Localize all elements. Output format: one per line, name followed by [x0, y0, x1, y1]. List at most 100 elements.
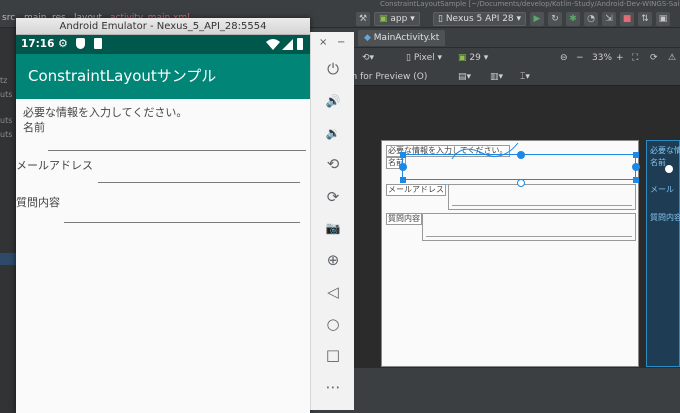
profile-icon[interactable]: ◔	[584, 12, 598, 26]
rotate-left-icon[interactable]: ⟲	[323, 154, 343, 174]
volume-down-icon[interactable]: 🔉	[323, 123, 343, 143]
guidelines-dropdown[interactable]: ⌶▾	[520, 70, 530, 84]
design-preview-canvas[interactable]: 必要な情報を入力してください。 名前 メールアドレス 質問内容	[381, 140, 640, 367]
preview-email-underline	[452, 205, 632, 206]
name-input[interactable]	[46, 135, 308, 153]
blueprint-canvas[interactable]: 必要な情 名前 メール 質問内容	[646, 140, 680, 367]
resize-handle[interactable]	[633, 177, 639, 183]
zoom-to-fit-icon[interactable]: ⛶	[632, 51, 638, 65]
blueprint-name-label[interactable]: 名前	[650, 158, 666, 168]
blueprint-question-label[interactable]: 質問内容	[650, 213, 680, 223]
blueprint-prompt-text[interactable]: 必要な情	[650, 146, 680, 156]
refresh-icon[interactable]: ⟳	[650, 51, 658, 65]
resize-handle[interactable]	[400, 177, 406, 183]
pack-dropdown[interactable]: ▤▾	[458, 70, 471, 84]
preview-device-label: Pixel	[413, 53, 435, 63]
run-icon[interactable]: ▶	[530, 12, 544, 26]
close-icon[interactable]: ×	[319, 38, 329, 48]
hammer-icon[interactable]: ⚒	[356, 12, 370, 26]
zoom-icon[interactable]: ⊕	[323, 250, 343, 270]
question-label: 質問内容	[16, 196, 60, 209]
gutter-label: uts	[0, 90, 13, 99]
attach-debugger-icon[interactable]: ⇲	[602, 12, 616, 26]
volume-up-icon[interactable]: 🔊	[323, 91, 343, 111]
warning-icon[interactable]: ⚠	[668, 51, 676, 65]
phone-icon: ▯	[438, 14, 443, 24]
phone-icon: ▯	[406, 53, 411, 63]
more-icon[interactable]: ⋯	[323, 377, 343, 397]
run-config-dropdown[interactable]: ▣ app ▾	[374, 12, 420, 26]
ide-title-bar: ConstraintLayoutSample [~/Documents/deve…	[0, 0, 680, 9]
zoom-out-icon[interactable]: ⊖	[560, 51, 568, 65]
gutter-label: uts	[0, 130, 13, 139]
back-icon[interactable]: ◁	[323, 282, 343, 302]
design-toolbar-secondary: tion for Preview (O) ▤▾ ▥▾ ⌶▾	[310, 68, 680, 86]
app-content: 必要な情報を入力してください。 名前 メールアドレス 質問内容	[16, 99, 310, 413]
zoom-level: 33%	[592, 53, 613, 63]
blueprint-anchor[interactable]	[665, 165, 673, 173]
overview-icon[interactable]: □	[323, 345, 343, 365]
name-input-underline	[48, 150, 306, 151]
api-level-dropdown[interactable]: ▣ 29 ▾	[458, 51, 488, 65]
preview-email-label[interactable]: メールアドレス	[386, 184, 446, 196]
emulator-window: Android Emulator - Nexus_5_API_28:5554 1…	[16, 18, 310, 413]
zoom-in-button[interactable]: +	[616, 51, 624, 65]
breadcrumb-src[interactable]: src	[2, 12, 15, 24]
sync-icon[interactable]: ⇅	[638, 12, 652, 26]
rotate-right-icon[interactable]: ⟳	[323, 187, 343, 207]
emulator-control-panel: × − ⏻ 🔊 🔉 ⟲ ⟳ 📷 ⊕ ◁ ○ □ ⋯	[310, 32, 354, 410]
gutter-label: tz	[0, 76, 8, 85]
constraint-anchor[interactable]	[399, 163, 407, 171]
gutter-label: uts	[0, 116, 13, 125]
device-preview-dropdown[interactable]: ▯ Pixel ▾	[406, 51, 442, 65]
wifi-icon	[266, 39, 280, 50]
project-panel-edge: tz uts uts uts	[0, 28, 16, 413]
app-title: ConstraintLayoutサンプル	[28, 67, 217, 85]
cell-signal-icon	[282, 39, 293, 50]
api-level-label: 29	[469, 53, 481, 63]
design-toolbar: ⟲▾ ▯ Pixel ▾ ▣ 29 ▾ ⊖ − 33% + ⛶ ⟳ ⚠	[310, 48, 680, 68]
name-label: 名前	[23, 121, 45, 134]
emulator-title: Android Emulator - Nexus_5_API_28:5554	[59, 21, 267, 32]
constraint-anchor[interactable]	[517, 179, 525, 187]
tab-mainactivity[interactable]: ◆ MainActivity.kt	[358, 30, 446, 46]
editor-tab-bar: ◧ ◆ MainActivity.kt	[310, 28, 680, 48]
constraint-arrow	[451, 142, 519, 160]
emulator-title-bar[interactable]: Android Emulator - Nexus_5_API_28:5554	[16, 18, 310, 35]
bottom-panel	[310, 368, 680, 413]
ide-title-text: ConstraintLayoutSample [~/Documents/deve…	[380, 0, 680, 8]
preview-email-edittext[interactable]	[448, 184, 636, 210]
align-dropdown[interactable]: ▥▾	[490, 70, 503, 84]
email-input[interactable]	[96, 167, 302, 185]
battery-icon	[297, 38, 303, 50]
device-dropdown[interactable]: ▯ Nexus 5 API 28 ▾	[433, 12, 527, 26]
preview-question-label[interactable]: 質問内容	[386, 213, 422, 225]
question-input-underline	[64, 222, 300, 223]
resize-handle[interactable]	[400, 152, 406, 158]
home-icon[interactable]: ○	[323, 314, 343, 334]
email-label: メールアドレス	[16, 159, 93, 172]
power-icon[interactable]: ⏻	[323, 59, 343, 79]
minimize-icon[interactable]: −	[337, 38, 347, 48]
question-input[interactable]	[62, 205, 302, 225]
apply-changes-icon[interactable]: ↻	[548, 12, 562, 26]
app-toolbar: ConstraintLayoutサンプル	[16, 54, 310, 99]
camera-icon[interactable]: 📷	[323, 218, 343, 238]
zoom-out-button[interactable]: −	[576, 51, 584, 65]
prompt-text: 必要な情報を入力してください。	[23, 106, 188, 119]
device-label: Nexus 5 API 28	[445, 14, 514, 24]
settings-gear-icon: ⚙	[58, 37, 68, 50]
sim-card-icon	[94, 38, 102, 49]
resize-handle[interactable]	[633, 152, 639, 158]
debug-icon[interactable]: ✱	[566, 12, 580, 26]
android-icon: ▣	[379, 14, 388, 24]
avd-manager-icon[interactable]: ▣	[656, 12, 670, 26]
constraint-anchor[interactable]	[632, 163, 640, 171]
stop-icon[interactable]: ■	[620, 12, 634, 26]
blueprint-email-label[interactable]: メール	[650, 185, 674, 195]
shield-icon	[76, 38, 85, 49]
run-config-label: app	[390, 14, 408, 24]
kotlin-file-icon: ◆	[364, 33, 371, 43]
orientation-dropdown[interactable]: ⟲▾	[362, 51, 374, 65]
selected-tree-row[interactable]	[0, 253, 16, 265]
